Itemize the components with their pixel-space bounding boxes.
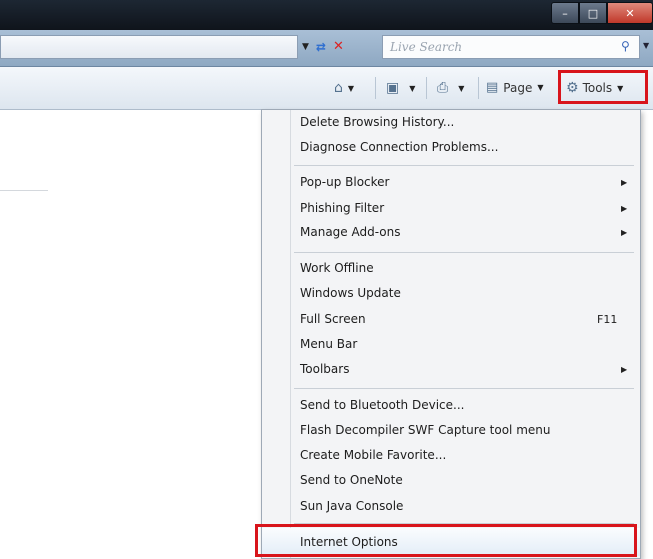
close-button[interactable]: ✕ (607, 2, 653, 24)
close-icon: ✕ (625, 6, 635, 20)
menu-item-label: Sun Java Console (300, 499, 404, 513)
page-menu-button[interactable]: ▤ Page ▼ (486, 80, 544, 95)
page-label: Page (503, 80, 533, 95)
home-icon: ⌂ (334, 80, 343, 96)
menu-item-label: Delete Browsing History... (300, 115, 455, 129)
menu-item-label: Work Offline (300, 261, 374, 275)
menu-item-label: Create Mobile Favorite... (300, 448, 447, 462)
refresh-icon[interactable]: ⇄ (316, 40, 326, 54)
menu-item-label: Toolbars (300, 362, 350, 376)
menu-item-label: Pop-up Blocker (300, 175, 390, 189)
menu-item-flash-decompiler[interactable]: Flash Decompiler SWF Capture tool menu (262, 418, 640, 442)
search-input[interactable]: Live Search (382, 35, 640, 59)
feeds-button[interactable]: ▣ ▼ (386, 80, 415, 96)
menu-separator (294, 388, 634, 389)
search-icon[interactable]: ⚲ (621, 39, 630, 53)
menu-item-send-to-onenote[interactable]: Send to OneNote (262, 468, 640, 492)
menu-item-sun-java-console[interactable]: Sun Java Console (262, 494, 640, 518)
menu-item-label: Full Screen (300, 312, 366, 326)
menu-item-label: Send to OneNote (300, 473, 403, 487)
page-icon: ▤ (486, 80, 499, 95)
address-actions: ▼ ⇄ ✕ (302, 39, 344, 54)
search-dropdown-icon[interactable]: ▼ (643, 41, 649, 50)
home-button[interactable]: ⌂ ▼ (334, 80, 354, 96)
command-bar: ⌂ ▼ ▣ ▼ ⎙ ▼ ▤ Page ▼ ⚙ Tools ▼ (0, 67, 653, 110)
menu-separator (294, 165, 634, 166)
menu-item-shortcut: F11 (597, 312, 618, 326)
menu-item-internet-options[interactable]: Internet Options (262, 528, 640, 556)
menu-separator (294, 252, 634, 253)
page-divider (0, 190, 48, 191)
feeds-icon: ▣ (386, 80, 400, 96)
menu-item-send-to-bluetooth[interactable]: Send to Bluetooth Device... (262, 393, 640, 417)
menu-item-diagnose-connection-problems[interactable]: Diagnose Connection Problems... (262, 135, 640, 159)
tools-highlight-box (558, 70, 648, 104)
submenu-arrow-icon: ▶ (621, 227, 628, 237)
stop-icon[interactable]: ✕ (333, 39, 344, 54)
window-controls: – □ ✕ (551, 2, 653, 24)
submenu-arrow-icon: ▶ (621, 203, 628, 213)
menu-item-create-mobile-favorite[interactable]: Create Mobile Favorite... (262, 443, 640, 467)
menu-item-label: Internet Options (300, 535, 398, 549)
menu-item-label: Flash Decompiler SWF Capture tool menu (300, 423, 551, 437)
menu-item-label: Phishing Filter (300, 201, 385, 215)
menu-item-label: Menu Bar (300, 337, 358, 351)
print-button[interactable]: ⎙ ▼ (437, 80, 464, 96)
menu-item-label: Manage Add-ons (300, 225, 401, 239)
menu-item-work-offline[interactable]: Work Offline (262, 256, 640, 280)
chevron-down-icon[interactable]: ▼ (409, 84, 415, 93)
menu-item-full-screen[interactable]: Full Screen F11 (262, 307, 640, 331)
tools-dropdown-menu: Delete Browsing History... Diagnose Conn… (261, 109, 641, 559)
menu-item-label: Windows Update (300, 286, 401, 300)
maximize-icon: □ (587, 6, 599, 20)
menu-item-phishing-filter[interactable]: Phishing Filter ▶ (262, 196, 640, 220)
print-icon: ⎙ (437, 80, 449, 96)
menu-item-windows-update[interactable]: Windows Update (262, 281, 640, 305)
menu-item-toolbars[interactable]: Toolbars ▶ (262, 357, 640, 381)
menu-item-popup-blocker[interactable]: Pop-up Blocker ▶ (262, 170, 640, 194)
address-dropdown-icon[interactable]: ▼ (302, 42, 309, 52)
menu-item-manage-addons[interactable]: Manage Add-ons ▶ (262, 220, 640, 244)
address-bar: ▼ ⇄ ✕ Live Search ⚲ ▼ (0, 30, 653, 67)
address-input[interactable] (0, 35, 298, 59)
menu-item-label: Send to Bluetooth Device... (300, 398, 465, 412)
menu-separator (294, 523, 634, 524)
title-bar: – □ ✕ (0, 0, 653, 30)
chevron-down-icon[interactable]: ▼ (458, 84, 464, 93)
chevron-down-icon[interactable]: ▼ (348, 84, 354, 93)
menu-item-delete-browsing-history[interactable]: Delete Browsing History... (262, 110, 640, 134)
menu-item-label: Diagnose Connection Problems... (300, 140, 499, 154)
menu-item-menu-bar[interactable]: Menu Bar (262, 332, 640, 356)
chevron-down-icon: ▼ (537, 83, 544, 92)
minimize-icon: – (562, 6, 568, 20)
minimize-button[interactable]: – (551, 2, 579, 24)
divider (426, 77, 427, 99)
submenu-arrow-icon: ▶ (621, 364, 628, 374)
maximize-button[interactable]: □ (579, 2, 607, 24)
divider (478, 77, 479, 99)
submenu-arrow-icon: ▶ (621, 177, 628, 187)
divider (375, 77, 376, 99)
